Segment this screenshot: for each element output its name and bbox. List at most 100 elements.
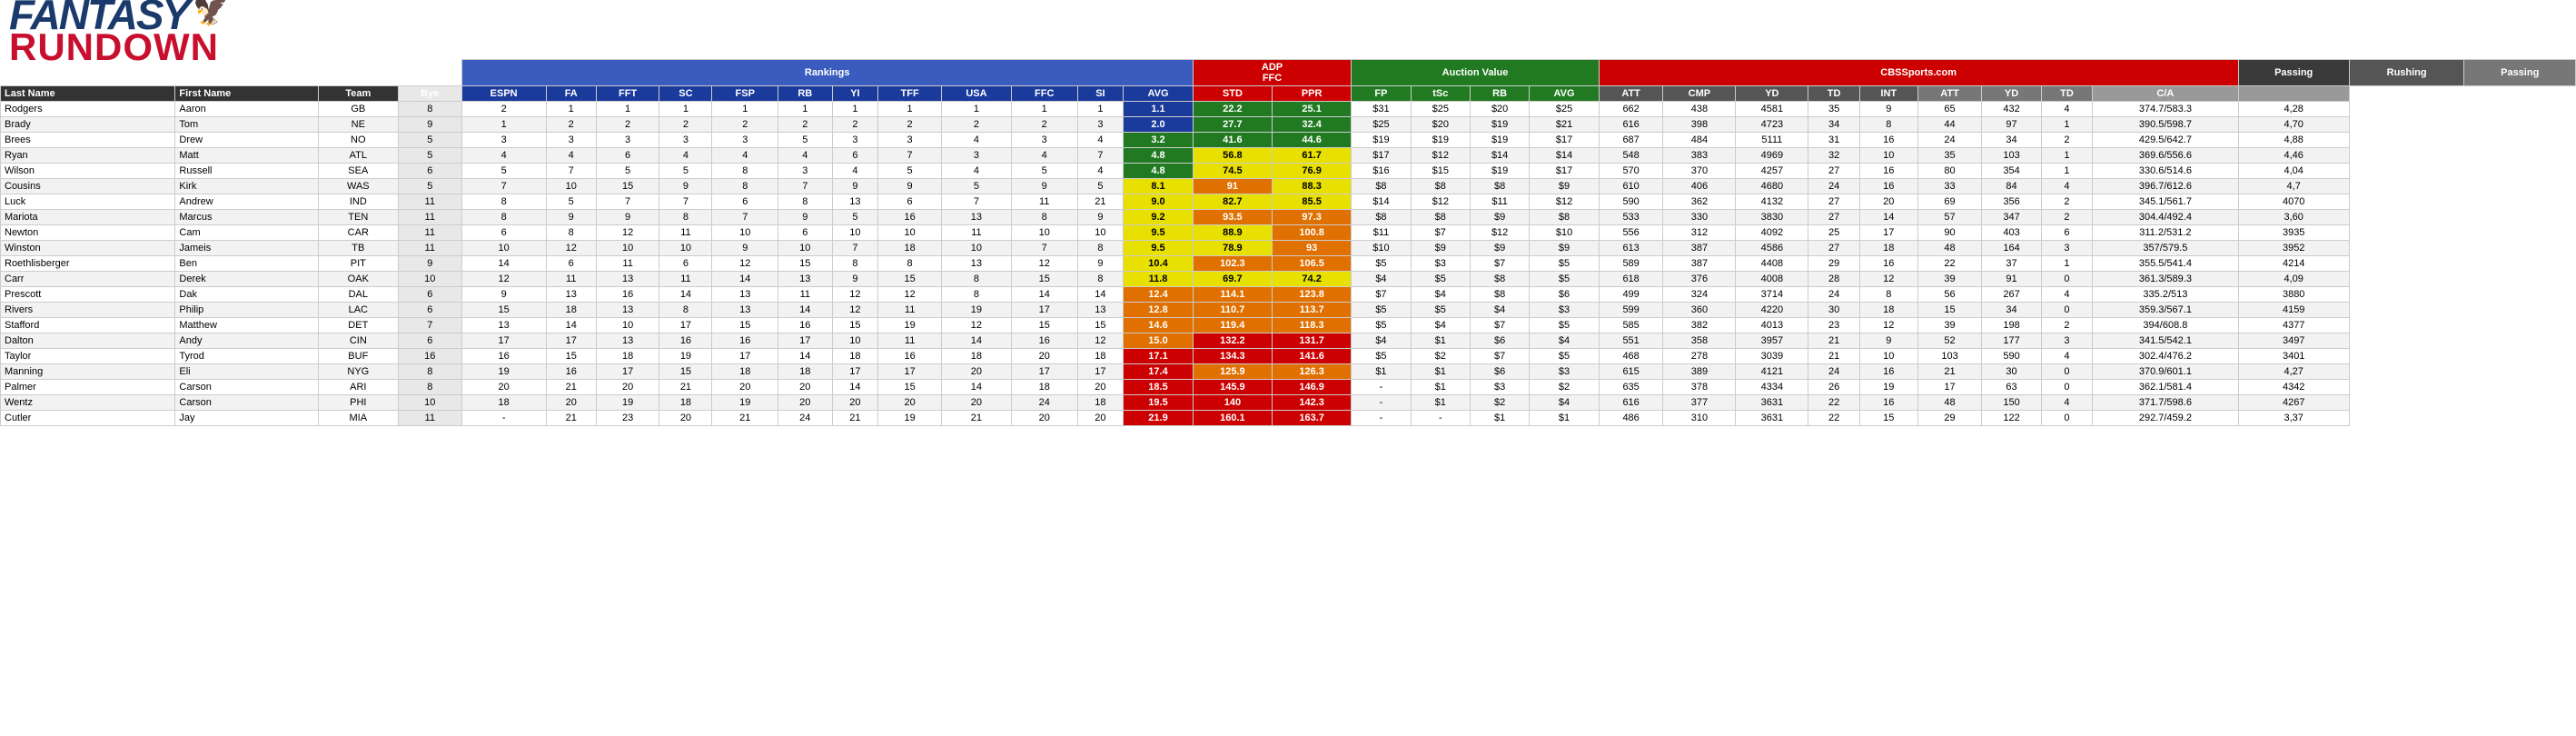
player-si: 13	[1077, 303, 1124, 318]
player-td: 24	[1808, 287, 1860, 303]
player-usa: 5	[941, 179, 1011, 194]
player-yi: 4	[832, 164, 878, 179]
player-int: 8	[1859, 287, 1917, 303]
player-fp: $5	[1352, 256, 1411, 272]
player-fp: -	[1352, 395, 1411, 411]
col-ca2	[2238, 86, 2349, 102]
section-passing2: Passing	[2464, 60, 2576, 86]
player-fp: $1	[1352, 364, 1411, 380]
player-first-name: Ben	[175, 256, 318, 272]
player-td2: 1	[2041, 164, 2093, 179]
player-si: 8	[1077, 241, 1124, 256]
player-fsp: 21	[712, 411, 778, 426]
player-yi: 12	[832, 303, 878, 318]
player-fsp: 14	[712, 272, 778, 287]
player-si: 20	[1077, 380, 1124, 395]
col-fa: FA	[546, 86, 596, 102]
player-last-name: Cutler	[1, 411, 175, 426]
player-sc: 5	[659, 164, 712, 179]
col-att2: ATT	[1917, 86, 1982, 102]
player-fsp: 8	[712, 179, 778, 194]
player-last-name: Wilson	[1, 164, 175, 179]
player-fp: $5	[1352, 349, 1411, 364]
player-int: 20	[1859, 194, 1917, 210]
player-last-name: Palmer	[1, 380, 175, 395]
col-yd: YD	[1736, 86, 1808, 102]
player-sc: 8	[659, 303, 712, 318]
player-first-name: Aaron	[175, 102, 318, 117]
player-att2: 69	[1917, 194, 1982, 210]
player-att2: 21	[1917, 364, 1982, 380]
player-avg: 17.4	[1124, 364, 1194, 380]
player-td: 22	[1808, 395, 1860, 411]
player-yi: 17	[832, 364, 878, 380]
player-espn: 20	[461, 380, 546, 395]
player-int: 19	[1859, 380, 1917, 395]
player-ca: 359.3/567.1	[2093, 303, 2238, 318]
player-espn: 17	[461, 333, 546, 349]
player-ppr: 141.6	[1273, 349, 1352, 364]
player-first-name: Carson	[175, 395, 318, 411]
player-usa: 20	[941, 364, 1011, 380]
player-espn: 18	[461, 395, 546, 411]
player-fsp: 20	[712, 380, 778, 395]
player-espn: 2	[461, 102, 546, 117]
player-team: PIT	[318, 256, 398, 272]
player-ppr: 76.9	[1273, 164, 1352, 179]
player-rb-a: $12	[1470, 225, 1529, 241]
player-ca2: 4,09	[2238, 272, 2349, 287]
player-fp: $25	[1352, 117, 1411, 133]
player-bye: 6	[398, 333, 461, 349]
player-att: 599	[1599, 303, 1663, 318]
section-rushing: Rushing	[2349, 60, 2464, 86]
player-team: CAR	[318, 225, 398, 241]
player-ffc: 17	[1011, 303, 1077, 318]
player-ca2: 3,37	[2238, 411, 2349, 426]
player-tff: 7	[878, 148, 942, 164]
player-ppr: 126.3	[1273, 364, 1352, 380]
player-tff: 19	[878, 411, 942, 426]
player-team: TEN	[318, 210, 398, 225]
player-tff: 19	[878, 318, 942, 333]
player-tsc: $4	[1411, 318, 1470, 333]
player-cmp: 406	[1663, 179, 1736, 194]
col-last-name: Last Name	[1, 86, 175, 102]
player-rb: 13	[778, 272, 832, 287]
player-tff: 20	[878, 395, 942, 411]
player-td: 27	[1808, 210, 1860, 225]
player-rb: 8	[778, 194, 832, 210]
player-ffc: 15	[1011, 318, 1077, 333]
player-yd: 4092	[1736, 225, 1808, 241]
player-fft: 3	[596, 133, 659, 148]
player-std: 56.8	[1193, 148, 1272, 164]
player-td: 24	[1808, 364, 1860, 380]
player-cmp: 370	[1663, 164, 1736, 179]
player-att2: 52	[1917, 333, 1982, 349]
player-int: 16	[1859, 364, 1917, 380]
player-si: 15	[1077, 318, 1124, 333]
player-si: 18	[1077, 349, 1124, 364]
player-sc: 3	[659, 133, 712, 148]
player-fft: 20	[596, 380, 659, 395]
player-espn: 8	[461, 210, 546, 225]
player-tsc: $1	[1411, 395, 1470, 411]
player-ffc: 16	[1011, 333, 1077, 349]
player-ca: 394/608.8	[2093, 318, 2238, 333]
player-ppr: 85.5	[1273, 194, 1352, 210]
player-bye: 11	[398, 194, 461, 210]
player-yd2: 177	[1982, 333, 2041, 349]
col-ca: C/A	[2093, 86, 2238, 102]
player-espn: 5	[461, 164, 546, 179]
player-si: 14	[1077, 287, 1124, 303]
player-yi: 9	[832, 179, 878, 194]
col-avg: AVG	[1124, 86, 1194, 102]
player-avg: 1.1	[1124, 102, 1194, 117]
player-tsc: $20	[1411, 117, 1470, 133]
col-tsc: tSc	[1411, 86, 1470, 102]
player-espn: -	[461, 411, 546, 426]
col-espn: ESPN	[461, 86, 546, 102]
player-std: 119.4	[1193, 318, 1272, 333]
player-td: 21	[1808, 333, 1860, 349]
player-ca: 355.5/541.4	[2093, 256, 2238, 272]
player-std: 145.9	[1193, 380, 1272, 395]
